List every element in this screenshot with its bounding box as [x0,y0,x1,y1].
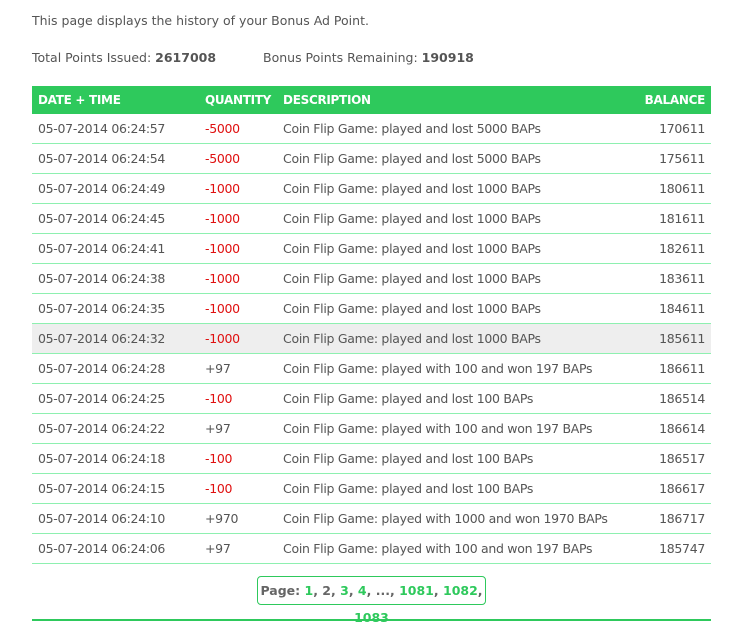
row-quantity: +97 [199,413,278,444]
row-balance: 186517 [634,443,711,474]
table-row: 05-07-2014 06:24:22 +97 Coin Flip Game: pl… [32,413,711,444]
table-row: 05-07-2014 06:24:06 +97 Coin Flip Game: pl… [32,533,711,564]
row-date: 05-07-2014 06:24:15 [32,473,199,504]
row-balance: 181611 [634,203,711,234]
row-description: Coin Flip Game: played and lost 1000 BAP… [277,293,635,324]
page-current: 2 [322,583,331,598]
table-row: 05-07-2014 06:24:35 -1000 Coin Flip Game: … [32,293,711,324]
page-label: Page: [260,583,301,598]
page-link[interactable]: 4 [358,583,367,598]
row-quantity: -1000 [199,173,278,204]
row-quantity: -100 [199,383,278,414]
col-balance: BALANCE [634,86,711,114]
page-ellipsis: ... [375,583,390,598]
row-description: Coin Flip Game: played and lost 1000 BAP… [277,263,635,294]
row-date: 05-07-2014 06:24:25 [32,383,199,414]
table-row: 05-07-2014 06:24:57 -5000 Coin Flip Game: … [32,114,711,144]
issued-value: 2617008 [155,50,217,65]
row-date: 05-07-2014 06:24:10 [32,503,199,534]
row-balance: 170611 [634,114,711,144]
row-quantity: -5000 [199,143,278,174]
row-description: Coin Flip Game: played and lost 1000 BAP… [277,173,635,204]
row-date: 05-07-2014 06:24:45 [32,203,199,234]
row-quantity: -1000 [199,233,278,264]
remaining-label: Bonus Points Remaining: [263,50,418,65]
row-balance: 186514 [634,383,711,414]
page-link[interactable]: 1082 [443,583,478,598]
row-balance: 183611 [634,263,711,294]
row-description: Coin Flip Game: played and lost 100 BAPs [277,443,635,474]
row-date: 05-07-2014 06:24:41 [32,233,199,264]
table-row: 05-07-2014 06:24:32 -1000 Coin Flip Game: … [32,323,711,354]
issued-label: Total Points Issued: [32,50,152,65]
pagination: Page: 1, 2, 3, 4, ..., 1081, 1082, 1083 [257,576,486,625]
row-description: Coin Flip Game: played and lost 5000 BAP… [277,143,635,174]
row-balance: 186614 [634,413,711,444]
row-quantity: +97 [199,533,278,564]
row-balance: 184611 [634,293,711,324]
table-row: 05-07-2014 06:24:49 -1000 Coin Flip Game: … [32,173,711,204]
remaining-value: 190918 [421,50,474,65]
row-quantity: -1000 [199,323,278,354]
page-link[interactable]: 1 [304,583,313,598]
row-quantity: -5000 [199,114,278,144]
page-link[interactable]: 1081 [399,583,434,598]
row-balance: 185611 [634,323,711,354]
row-balance: 185747 [634,533,711,564]
row-description: Coin Flip Game: played and lost 1000 BAP… [277,203,635,234]
row-quantity: -1000 [199,263,278,294]
row-description: Coin Flip Game: played with 100 and won … [277,533,635,564]
intro-text: This page displays the history of your B… [32,13,369,28]
table-row: 05-07-2014 06:24:15 -100 Coin Flip Game: p… [32,473,711,504]
row-date: 05-07-2014 06:24:06 [32,533,199,564]
col-description: DESCRIPTION [277,86,635,114]
row-balance: 186611 [634,353,711,384]
row-date: 05-07-2014 06:24:35 [32,293,199,324]
row-date: 05-07-2014 06:24:32 [32,323,199,354]
row-quantity: +97 [199,353,278,384]
row-balance: 186617 [634,473,711,504]
totals: Total Points Issued: 2617008 Bonus Point… [32,50,474,65]
row-description: Coin Flip Game: played and lost 1000 BAP… [277,323,635,354]
col-date: DATE + TIME [32,86,199,114]
row-date: 05-07-2014 06:24:38 [32,263,199,294]
history-table: DATE + TIME QUANTITY DESCRIPTION BALANCE… [32,86,711,564]
row-description: Coin Flip Game: played and lost 100 BAPs [277,473,635,504]
row-date: 05-07-2014 06:24:22 [32,413,199,444]
row-date: 05-07-2014 06:24:54 [32,143,199,174]
row-quantity: -1000 [199,293,278,324]
row-balance: 182611 [634,233,711,264]
row-balance: 186717 [634,503,711,534]
page-link[interactable]: 1083 [354,610,389,625]
row-date: 05-07-2014 06:24:57 [32,114,199,144]
row-date: 05-07-2014 06:24:18 [32,443,199,474]
row-quantity: -1000 [199,203,278,234]
table-row: 05-07-2014 06:24:25 -100 Coin Flip Game: p… [32,383,711,414]
row-quantity: -100 [199,443,278,474]
row-quantity: +970 [199,503,278,534]
table-row: 05-07-2014 06:24:10 +970 Coin Flip Game: p… [32,503,711,534]
table-row: 05-07-2014 06:24:18 -100 Coin Flip Game: p… [32,443,711,474]
col-quantity: QUANTITY [199,86,278,114]
row-description: Coin Flip Game: played with 100 and won … [277,413,635,444]
row-description: Coin Flip Game: played and lost 1000 BAP… [277,233,635,264]
page-link[interactable]: 3 [340,583,349,598]
row-description: Coin Flip Game: played with 1000 and won… [277,503,635,534]
table-row: 05-07-2014 06:24:45 -1000 Coin Flip Game: … [32,203,711,234]
row-date: 05-07-2014 06:24:49 [32,173,199,204]
row-date: 05-07-2014 06:24:28 [32,353,199,384]
row-balance: 180611 [634,173,711,204]
table-row: 05-07-2014 06:24:28 +97 Coin Flip Game: pl… [32,353,711,384]
row-description: Coin Flip Game: played with 100 and won … [277,353,635,384]
row-description: Coin Flip Game: played and lost 5000 BAP… [277,114,635,144]
row-balance: 175611 [634,143,711,174]
table-row: 05-07-2014 06:24:54 -5000 Coin Flip Game: … [32,143,711,174]
table-row: 05-07-2014 06:24:38 -1000 Coin Flip Game: … [32,263,711,294]
row-quantity: -100 [199,473,278,504]
row-description: Coin Flip Game: played and lost 100 BAPs [277,383,635,414]
table-row: 05-07-2014 06:24:41 -1000 Coin Flip Game: … [32,233,711,264]
